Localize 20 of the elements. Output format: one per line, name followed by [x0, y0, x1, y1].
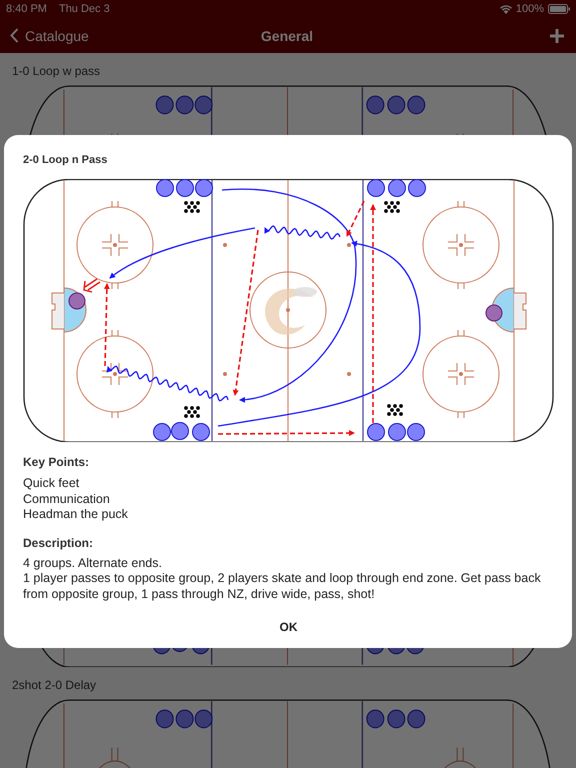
- plus-icon: [550, 28, 564, 42]
- description-text: 4 groups. Alternate ends.: [23, 556, 163, 571]
- drill-title[interactable]: 2shot 2-0 Delay: [0, 678, 96, 692]
- description-text: 1 player passes to opposite group, 2 players skate and loop through end zone. Get pass back from opposite group, 1 pass through NZ, drive wide, pass, shot!: [23, 571, 542, 602]
- key-point: Communication: [23, 492, 111, 507]
- key-point: Quick feet: [23, 476, 80, 492]
- drill-title[interactable]: 1-0 Loop w pass: [0, 64, 100, 78]
- status-time: 8:40 PM: [6, 3, 47, 15]
- nav-title: General: [260, 28, 314, 44]
- chevron-left-icon: [10, 28, 19, 43]
- section-heading: Description:: [23, 536, 94, 550]
- back-button[interactable]: Catalogue: [10, 28, 130, 44]
- battery-icon: [548, 4, 570, 14]
- dialog-title: 2-0 Loop n Pass: [23, 154, 108, 166]
- ok-button[interactable]: OK: [266, 614, 312, 640]
- key-point: Headman the puck: [23, 507, 129, 522]
- battery-percent: 100%: [516, 3, 544, 15]
- status-date: Thu Dec 3: [58, 3, 110, 15]
- wifi-icon: [500, 4, 512, 14]
- section-heading: Key Points:: [23, 455, 90, 469]
